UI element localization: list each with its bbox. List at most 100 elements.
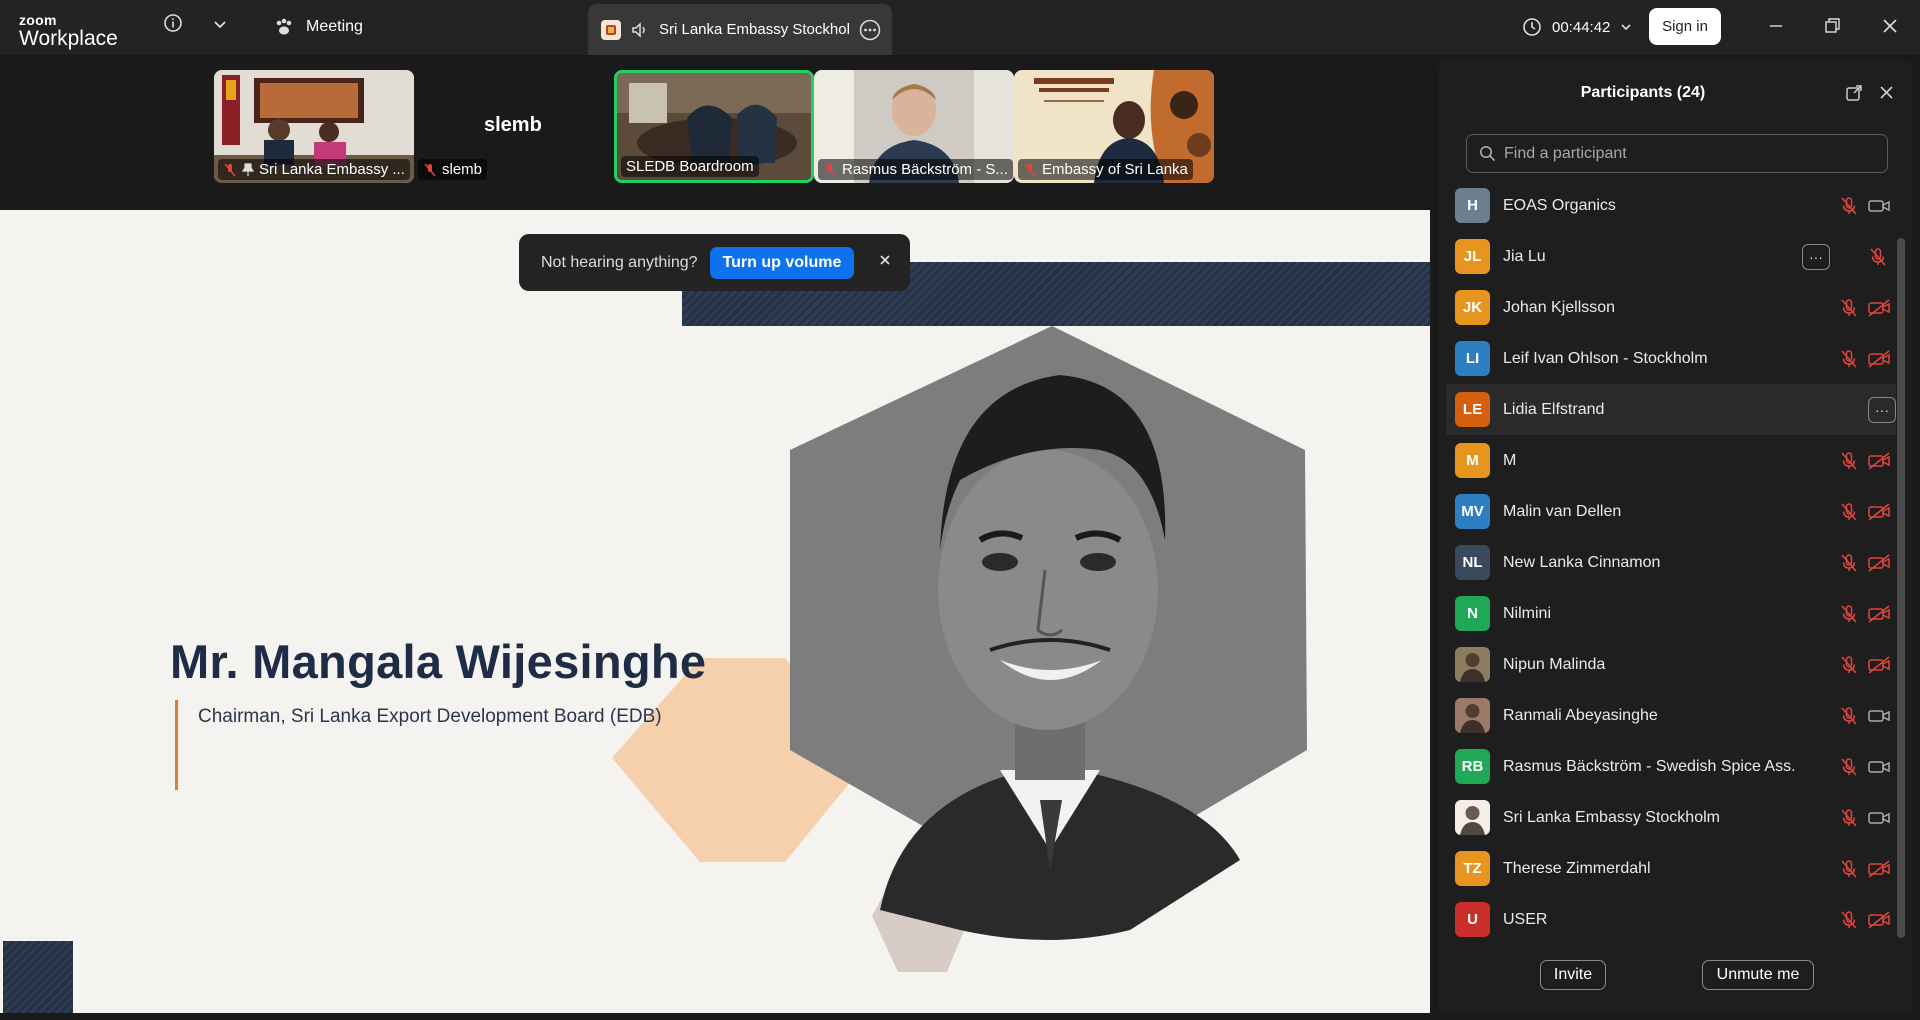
muted-mic-icon[interactable]: [1839, 910, 1859, 930]
camera-icon[interactable]: [1868, 758, 1890, 776]
muted-mic-icon: [1024, 163, 1036, 176]
camera-off-icon[interactable]: [1868, 299, 1890, 317]
participant-name: Jia Lu: [1503, 247, 1546, 265]
chevron-down-icon: [1621, 24, 1631, 31]
more-options-button[interactable]: ···: [1868, 397, 1896, 423]
close-icon[interactable]: [1878, 84, 1895, 101]
participant-row[interactable]: Ranmali Abeyasinghe: [1446, 690, 1896, 741]
avatar: N: [1455, 596, 1490, 631]
muted-mic-icon[interactable]: [1839, 553, 1859, 573]
more-options-icon[interactable]: [859, 19, 881, 41]
camera-off-icon[interactable]: [1868, 911, 1890, 929]
avatar-initials: MV: [1461, 503, 1484, 520]
muted-mic-icon[interactable]: [1839, 808, 1859, 828]
muted-mic-icon[interactable]: [1839, 604, 1859, 624]
camera-off-icon[interactable]: [1868, 860, 1890, 878]
muted-mic-icon[interactable]: [1839, 196, 1859, 216]
avatar-initials: LI: [1465, 350, 1480, 367]
invite-button[interactable]: Invite: [1540, 960, 1606, 990]
info-icon[interactable]: [163, 13, 183, 33]
popout-icon[interactable]: [1844, 83, 1864, 103]
camera-off-icon[interactable]: [1868, 350, 1890, 368]
camera-off-icon[interactable]: [1868, 554, 1890, 572]
avatar: [1455, 647, 1490, 682]
participant-search[interactable]: [1466, 134, 1888, 173]
unmute-me-button[interactable]: Unmute me: [1702, 960, 1814, 990]
timer-value: 00:44:42: [1552, 18, 1611, 36]
avatar: MV: [1455, 494, 1490, 529]
participant-name: Nilmini: [1503, 604, 1551, 622]
participants-title: Participants (24): [1580, 84, 1706, 101]
participant-row[interactable]: U USER: [1446, 894, 1896, 942]
video-tile-label: SLEDB Boardroom: [621, 156, 759, 177]
scrollbar[interactable]: [1897, 238, 1905, 938]
participant-row[interactable]: LE Lidia Elfstrand ···: [1446, 384, 1896, 435]
video-tile-label: Embassy of Sri Lanka: [1018, 159, 1193, 180]
meeting-tab[interactable]: Sri Lanka Embassy Stockholm: [588, 4, 892, 55]
video-tile-embassy-sri-lanka[interactable]: Embassy of Sri Lanka: [1014, 70, 1214, 183]
muted-mic-icon: [424, 163, 436, 176]
avatar-initials: RB: [1461, 758, 1484, 775]
search-input[interactable]: [1504, 144, 1874, 163]
sign-in-button[interactable]: Sign in: [1649, 8, 1721, 45]
participant-name: EOAS Organics: [1503, 196, 1616, 214]
participant-name: New Lanka Cinnamon: [1503, 553, 1661, 571]
video-tile-rasmus[interactable]: Rasmus Bäckström - S...: [814, 70, 1014, 183]
participant-row[interactable]: Sri Lanka Embassy Stockholm: [1446, 792, 1896, 843]
avatar-initials: M: [1466, 452, 1479, 469]
muted-mic-icon[interactable]: [1839, 502, 1859, 522]
turn-up-volume-button[interactable]: Turn up volume: [709, 246, 855, 279]
participant-name: Johan Kjellsson: [1503, 298, 1616, 316]
avatar-initials: U: [1467, 911, 1478, 928]
camera-off-icon[interactable]: [1868, 452, 1890, 470]
muted-mic-icon[interactable]: [1839, 298, 1859, 318]
toast-message: Not hearing anything?: [541, 253, 698, 271]
avatar: LI: [1455, 341, 1490, 376]
meeting-timer[interactable]: 00:44:42: [1522, 12, 1632, 42]
participant-name: Lidia Elfstrand: [1503, 400, 1605, 418]
minimize-icon[interactable]: [1766, 16, 1786, 36]
participant-row[interactable]: MV Malin van Dellen: [1446, 486, 1896, 537]
muted-mic-icon[interactable]: [1839, 655, 1859, 675]
participant-row[interactable]: N Nilmini: [1446, 588, 1896, 639]
title-bar: zoom Workplace Meeting Sri Lanka Embassy…: [0, 0, 1920, 55]
close-window-icon[interactable]: [1880, 16, 1900, 36]
participant-row[interactable]: Nipun Malinda: [1446, 639, 1896, 690]
shared-screen: Mr. Mangala Wijesinghe Chairman, Sri Lan…: [0, 210, 1430, 1013]
participant-row[interactable]: RB Rasmus Bäckström - Swedish Spice Ass.: [1446, 741, 1896, 792]
camera-off-icon[interactable]: [1868, 605, 1890, 623]
participant-row[interactable]: LI Leif Ivan Ohlson - Stockholm: [1446, 333, 1896, 384]
participant-list: H EOAS Organics JL Jia Lu ··· JK Johan Kjellss…: [1446, 180, 1896, 942]
muted-mic-icon[interactable]: [1868, 247, 1888, 267]
participant-row[interactable]: H EOAS Organics: [1446, 180, 1896, 231]
more-options-button[interactable]: ···: [1802, 244, 1830, 270]
avatar: [1455, 698, 1490, 733]
avatar-initials: TZ: [1463, 860, 1482, 877]
participant-row[interactable]: TZ Therese Zimmerdahl: [1446, 843, 1896, 894]
chevron-down-icon[interactable]: [212, 16, 228, 32]
muted-mic-icon[interactable]: [1839, 859, 1859, 879]
muted-mic-icon[interactable]: [1839, 757, 1859, 777]
camera-icon[interactable]: [1868, 707, 1890, 725]
participant-row[interactable]: JK Johan Kjellsson: [1446, 282, 1896, 333]
camera-off-icon[interactable]: [1868, 503, 1890, 521]
camera-icon[interactable]: [1868, 809, 1890, 827]
video-tile-name: SLEDB Boardroom: [626, 158, 754, 175]
video-tile-embassy[interactable]: Sri Lanka Embassy ...: [214, 70, 414, 183]
speaker-icon[interactable]: [631, 21, 649, 39]
meeting-menu-button[interactable]: Meeting: [274, 12, 363, 42]
muted-mic-icon[interactable]: [1839, 451, 1859, 471]
muted-mic-icon[interactable]: [1839, 349, 1859, 369]
video-tile-sledb-boardroom[interactable]: SLEDB Boardroom: [614, 70, 814, 183]
restore-icon[interactable]: [1822, 16, 1842, 36]
participant-name: M: [1503, 451, 1517, 469]
camera-off-icon[interactable]: [1868, 656, 1890, 674]
paw-icon: [276, 18, 292, 35]
meeting-label: Meeting: [306, 18, 363, 35]
camera-icon[interactable]: [1868, 197, 1890, 215]
close-icon[interactable]: [878, 253, 892, 267]
participant-row[interactable]: NL New Lanka Cinnamon: [1446, 537, 1896, 588]
participant-row[interactable]: MM: [1446, 435, 1896, 486]
muted-mic-icon[interactable]: [1839, 706, 1859, 726]
participant-row[interactable]: JL Jia Lu ···: [1446, 231, 1896, 282]
